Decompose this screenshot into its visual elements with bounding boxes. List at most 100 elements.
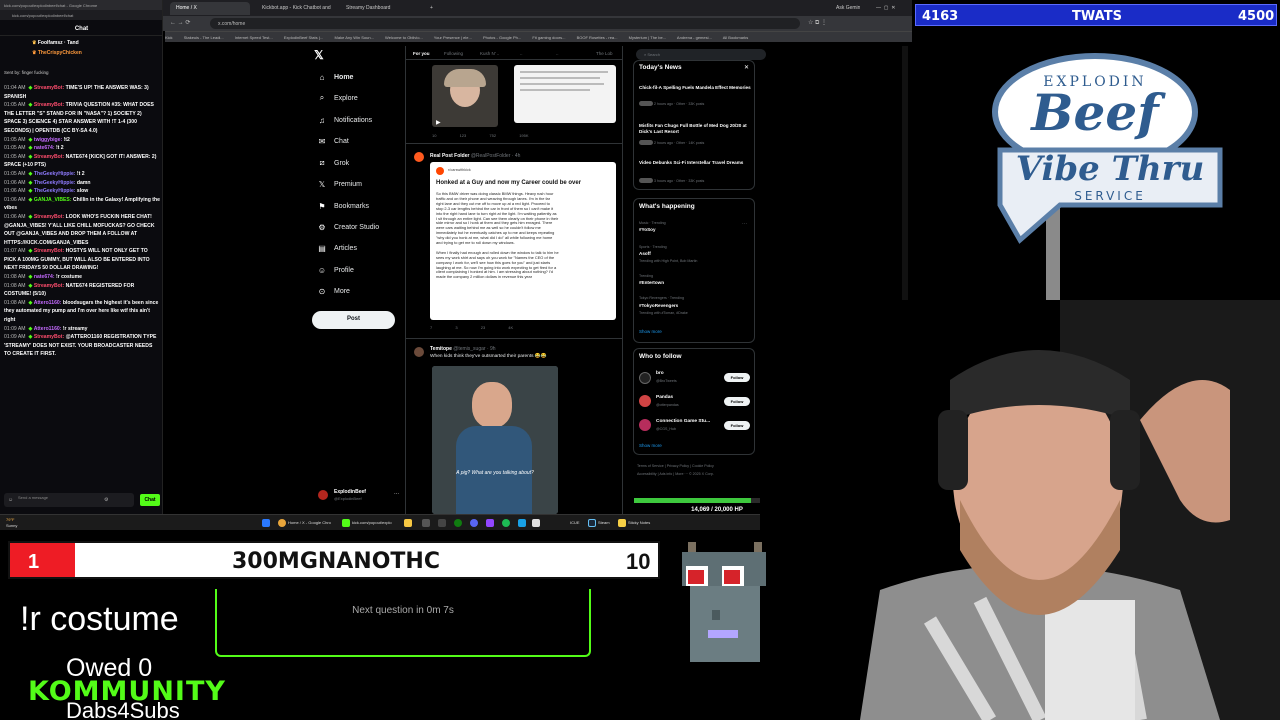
tab-list[interactable]: .. [556, 51, 559, 56]
pinned-user[interactable]: ♛ Foolfamsz · Tand [32, 40, 79, 46]
follow-button[interactable]: Follow [724, 397, 750, 406]
steam-icon[interactable] [588, 519, 596, 527]
trend-name[interactable]: #TokyoRevengers [639, 303, 678, 308]
like-count[interactable]: 752 [489, 133, 496, 138]
chat-username[interactable]: GANJA_VIBES: [34, 197, 72, 203]
avatar[interactable] [414, 347, 424, 357]
nav-more[interactable]: ⊙ More [316, 282, 350, 300]
bookmark-item[interactable]: Stakeuis - The Leadi... [184, 35, 224, 40]
chat-message[interactable]: 01:08 AM ◆ Attero1160: bloodsugars the hi… [4, 299, 160, 325]
chat-username[interactable]: StreamyBot: [34, 248, 64, 254]
play-icon[interactable]: ▶ [436, 119, 441, 126]
taskbar-app[interactable]: ICUE [570, 520, 580, 525]
chat-username[interactable]: Attero1160: [34, 300, 62, 306]
search-input[interactable]: ⌕ Search [636, 49, 766, 60]
windows-start-icon[interactable] [262, 519, 270, 527]
show-more-link[interactable]: Show more [639, 443, 662, 448]
chat-input[interactable]: Send a message [4, 493, 134, 507]
chat-message[interactable]: 01:09 AM ◆ Attero1160: !r streamy [4, 325, 160, 334]
x-logo-icon[interactable]: 𝕏 [314, 48, 324, 62]
repost-count[interactable]: 123 [460, 133, 467, 138]
chat-message[interactable]: 01:05 AM ◆ nate674: !t 2 [4, 144, 160, 153]
reply-count[interactable]: 7 [430, 325, 432, 330]
icue-icon[interactable] [532, 519, 540, 527]
chat-message[interactable]: 01:09 AM ◆ StreamyBot: @ATTERO1160 REGIST… [4, 333, 160, 359]
tab-list[interactable]: .. [520, 51, 523, 56]
sticky-notes-icon[interactable] [618, 519, 626, 527]
chat-username[interactable]: StreamyBot: [34, 154, 64, 160]
app-icon[interactable] [518, 519, 526, 527]
avatar[interactable] [639, 372, 651, 384]
tab-streamy-dashboard[interactable]: Streamy Dashboard [340, 2, 420, 15]
chat-message[interactable]: 01:05 AM ◆ StreamyBot: TRIVIA QUESTION #3… [4, 101, 160, 135]
chat-message[interactable]: 01:06 AM ◆ GANJA_VIBES: Chillin in the Ga… [4, 196, 160, 213]
taskbar-app[interactable]: Sticky Notes [628, 520, 650, 525]
nav-articles[interactable]: ▤ Articles [316, 239, 357, 257]
tweet[interactable]: Temitope @temis_sugar · 9h When kids thi… [406, 340, 622, 514]
tweet[interactable]: Real Post Folder @RealPostFolder · 4h r/… [406, 145, 622, 339]
footer-link[interactable]: Ads info [659, 472, 672, 476]
account-switcher[interactable]: ExplodinBeef @ExplodinBeef ··· [318, 488, 403, 506]
extensions-icon[interactable]: ☆ ⧉ ⋮ [808, 19, 827, 27]
gemini-button[interactable]: Ask Gemini [830, 2, 860, 15]
app-icon[interactable] [486, 519, 494, 527]
bookmark-item[interactable]: Welcome to Oblivio... [385, 35, 423, 40]
tab-for-you[interactable]: For you [413, 51, 430, 56]
chat-username[interactable]: StreamyBot: [34, 334, 64, 340]
tweet[interactable]: ▶ 10 123 752 195K [406, 60, 622, 144]
settings-icon[interactable]: ⚙ [104, 497, 108, 503]
weather-temp[interactable]: 79°F [6, 517, 15, 522]
pinned-user[interactable]: ♛ TheCrispyChicken [32, 50, 82, 56]
view-count[interactable]: 195K [519, 133, 528, 138]
news-item-title[interactable]: Video Debunks Sci-Fi Interstellar Travel… [639, 160, 751, 166]
bookmark-item[interactable]: BOOF Rosettes - rea... [577, 35, 618, 40]
chat-username[interactable]: StreamyBot: [34, 102, 64, 108]
chat-message[interactable]: 01:05 AM ◆ TheGeekyHippie: !t 2 [4, 170, 160, 179]
chat-username[interactable]: TheGeekyHippie: [34, 188, 76, 194]
chat-username[interactable]: twiggybige: [34, 137, 62, 143]
chat-username[interactable]: TheGeekyHippie: [34, 171, 76, 177]
nav-arrows-icon[interactable]: ← → ⟳ [170, 19, 190, 26]
more-dots-icon[interactable]: ··· [742, 221, 747, 227]
tweet-image[interactable]: r/carswithkick Honked at a Guy and now m… [430, 162, 616, 320]
chat-message[interactable]: 01:05 AM ◆ twiggybige: !t2 [4, 136, 160, 145]
avatar[interactable] [639, 419, 651, 431]
nav-profile[interactable]: ☺ Profile [316, 261, 354, 279]
media-icon[interactable] [438, 519, 446, 527]
tweet-image[interactable] [514, 65, 616, 123]
tweet-video[interactable]: ▶ [432, 65, 498, 127]
bookmark-item[interactable]: All Bookmarks [723, 35, 749, 40]
footer-link[interactable]: Privacy Policy [667, 464, 689, 468]
chat-username[interactable]: Attero1160: [34, 326, 62, 332]
bookmark-item[interactable]: Internet Speed Test... [235, 35, 273, 40]
like-count[interactable]: 23 [481, 325, 485, 330]
chat-message[interactable]: 01:06 AM ◆ TheGeekyHippie: slow [4, 187, 160, 196]
chat-message[interactable]: 01:08 AM ◆ nate674: !r costume [4, 273, 160, 282]
nav-grok[interactable]: ⧄ Grok [316, 154, 349, 172]
tweet-video[interactable]: A pig? What are you talking about? [432, 366, 558, 514]
chat-message[interactable]: 01:06 AM ◆ TheGeekyHippie: damn [4, 179, 160, 188]
emote-icon[interactable]: ☺ [8, 497, 13, 503]
kick-icon[interactable] [342, 519, 350, 527]
spotify-icon[interactable] [502, 519, 510, 527]
chrome-icon[interactable] [278, 519, 286, 527]
app-icon[interactable] [422, 519, 430, 527]
reply-count[interactable]: 10 [432, 133, 436, 138]
trend-name[interactable]: Asoff [639, 251, 651, 256]
chat-url[interactable]: kick.com/popout/explodinbeef/chat [0, 10, 162, 20]
bookmark-item[interactable]: Kick [165, 35, 173, 40]
nav-creator-studio[interactable]: ⚙ Creator Studio [316, 218, 379, 236]
trend-name[interactable]: #Entertown [639, 280, 664, 285]
footer-link[interactable]: Cookie Policy [692, 464, 714, 468]
post-button[interactable]: Post [312, 311, 395, 329]
avatar[interactable] [414, 152, 424, 162]
xbox-icon[interactable] [454, 519, 462, 527]
bookmark-item[interactable]: Fit gaming doors... [532, 35, 565, 40]
bookmark-item[interactable]: ExplodinBeef Stats (... [284, 35, 324, 40]
close-icon[interactable]: ✕ [744, 64, 749, 71]
taskbar-app[interactable]: Home / X - Google Chro [288, 520, 331, 525]
nav-explore[interactable]: ⌕ Explore [316, 89, 358, 107]
nav-premium[interactable]: 𝕏 Premium [316, 175, 362, 193]
news-item-title[interactable]: Chick-fil-A Spelling Fuels Mandela Effec… [639, 85, 751, 91]
chat-message[interactable]: 01:08 AM ◆ StreamyBot: NATE674 REGISTERED… [4, 282, 160, 299]
